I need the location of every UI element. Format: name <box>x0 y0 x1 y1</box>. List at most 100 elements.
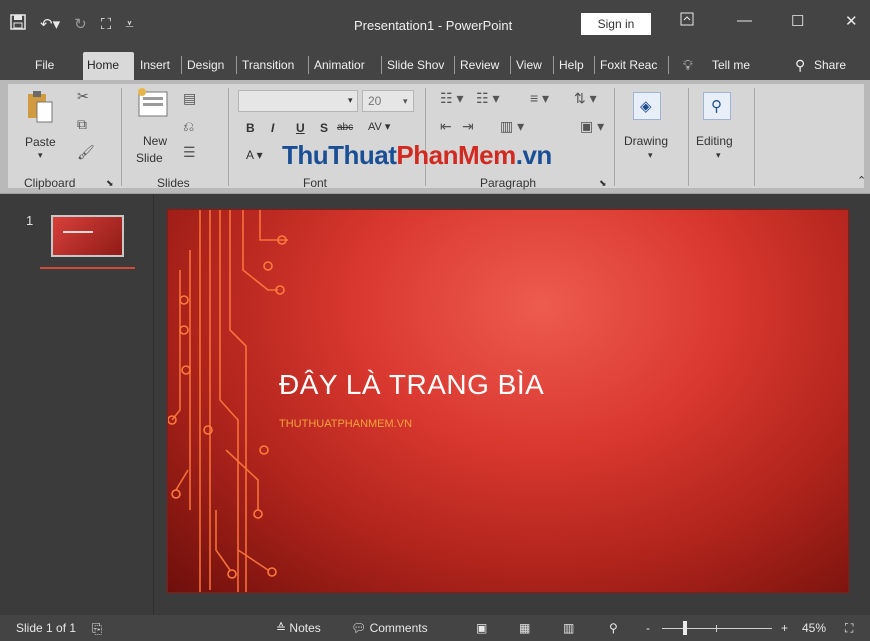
new-slide-label-1[interactable]: New <box>143 134 167 148</box>
dialog-launcher-icon[interactable]: ⬊ <box>106 178 114 189</box>
tab-transitions[interactable]: Transition <box>238 52 308 80</box>
lightbulb-icon: 💡︎ <box>683 57 693 73</box>
tab-foxit-reader[interactable]: Foxit Reac <box>596 52 666 80</box>
zoom-out-button[interactable]: - <box>646 621 650 635</box>
group-slides-label: Slides <box>157 176 190 190</box>
quick-access-toolbar: ↶▾ ↻ ⛶ ⩡ <box>10 14 134 35</box>
ribbon-display-options-icon[interactable] <box>680 12 694 30</box>
slide-thumbnail-pane <box>0 195 152 615</box>
columns-icon[interactable]: ▥ ▾ <box>500 118 524 135</box>
new-slide-icon[interactable] <box>137 88 169 121</box>
paste-button-label[interactable]: Paste <box>25 135 56 149</box>
drawing-dropdown-icon[interactable]: ▾ <box>648 150 653 161</box>
watermark-logo: ThuThuatPhanMem.vn <box>282 140 552 170</box>
comments-label: Comments <box>369 621 428 635</box>
strikethrough-icon[interactable]: abc <box>337 122 353 133</box>
comments-button[interactable]: 💬︎ Comments <box>351 621 428 635</box>
fit-to-window-icon[interactable]: ⛶ <box>845 621 853 636</box>
font-dropdown-icon[interactable]: ▾ <box>348 95 353 106</box>
save-icon[interactable] <box>10 14 26 35</box>
sign-in-button[interactable]: Sign in <box>581 13 651 35</box>
ribbon <box>0 80 870 194</box>
numbering-icon[interactable]: ☷ ▾ <box>476 90 499 107</box>
size-dropdown-icon: ▾ <box>403 96 408 106</box>
text-direction-icon[interactable]: ⇅ ▾ <box>574 90 597 107</box>
increase-indent-icon[interactable]: ⇥ <box>462 118 474 135</box>
line-spacing-icon[interactable]: ≡ ▾ <box>530 90 549 107</box>
collapse-ribbon-icon[interactable]: ⌃ <box>857 174 866 187</box>
normal-view-icon[interactable]: ▣ <box>476 621 487 635</box>
tab-home[interactable]: Home <box>83 52 134 80</box>
tab-slide-show[interactable]: Slide Shov <box>383 52 453 80</box>
notes-icon: ≙ <box>276 621 287 635</box>
font-size-value: 20 <box>368 94 382 108</box>
zoom-slider-thumb[interactable] <box>683 621 687 635</box>
status-bar: Slide 1 of 1 ⎘ ≙ Notes 💬︎ Comments ▣ ▦ ▥… <box>0 615 870 641</box>
spell-check-icon[interactable]: ⎘ <box>92 621 102 637</box>
maximize-icon[interactable]: ☐ <box>791 12 804 30</box>
bullets-icon[interactable]: ☷ ▾ <box>440 90 463 107</box>
zoom-slider-track[interactable] <box>662 628 772 629</box>
undo-icon[interactable]: ↶▾ <box>40 16 60 34</box>
comment-icon: 💬︎ <box>351 621 367 635</box>
window-title: Presentation1 - PowerPoint <box>354 18 513 33</box>
tab-help[interactable]: Help <box>555 52 592 80</box>
customize-qat-icon[interactable]: ⩡ <box>125 16 133 34</box>
decrease-indent-icon[interactable]: ⇤ <box>440 118 452 135</box>
drawing-icon[interactable]: ◈ <box>633 92 661 120</box>
slide-canvas[interactable]: ĐÂY LÀ TRANG BÌA THUTHUATPHANMEM.VN <box>167 209 849 593</box>
slide-sorter-icon[interactable]: ▦ <box>519 621 530 635</box>
tab-animations[interactable]: Animatior <box>310 52 380 80</box>
minimize-icon[interactable]: — <box>737 12 752 29</box>
group-paragraph-label: Paragraph <box>480 176 537 190</box>
share-button[interactable]: Share <box>810 52 850 80</box>
tab-insert[interactable]: Insert <box>136 52 176 80</box>
copy-icon[interactable]: ⧉ <box>77 116 87 133</box>
slide-show-icon[interactable]: ⚲ <box>609 621 618 635</box>
notes-label: Notes <box>289 621 321 635</box>
section-icon[interactable]: ☰ <box>183 144 196 161</box>
group-font-label: Font <box>303 176 328 190</box>
underline-icon[interactable]: U <box>296 121 305 135</box>
tab-file[interactable]: File <box>31 52 58 80</box>
paste-dropdown-icon[interactable]: ▾ <box>38 150 43 161</box>
tell-me-search[interactable]: Tell me <box>708 52 754 80</box>
editing-icon[interactable]: ⚲ <box>703 92 731 120</box>
italic-icon[interactable]: I <box>271 121 274 135</box>
slide-subtitle[interactable]: THUTHUATPHANMEM.VN <box>279 418 412 430</box>
paragraph-launcher-icon[interactable]: ⬊ <box>599 178 607 189</box>
layout-icon[interactable]: ▤ <box>183 90 196 107</box>
zoom-level[interactable]: 45% <box>802 621 826 635</box>
new-slide-label-2[interactable]: Slide <box>136 151 163 165</box>
font-name-select[interactable] <box>238 90 358 112</box>
redo-icon[interactable]: ↻ <box>74 16 87 34</box>
slide-thumbnail[interactable] <box>51 215 124 257</box>
bold-icon[interactable]: B <box>246 121 255 135</box>
zoom-in-button[interactable]: + <box>781 621 788 635</box>
font-size-select[interactable]: 20 ▾ <box>362 90 414 112</box>
tab-design[interactable]: Design <box>183 52 233 80</box>
editing-dropdown-icon[interactable]: ▾ <box>716 150 721 161</box>
shadow-icon[interactable]: S <box>320 121 328 135</box>
reset-icon[interactable]: ⎌ <box>183 118 194 135</box>
format-painter-icon[interactable]: 🖌︎ <box>77 144 95 161</box>
close-icon[interactable]: ✕ <box>845 12 858 30</box>
share-person-icon: ⚲ <box>795 57 806 73</box>
group-clipboard-label: Clipboard <box>24 176 76 190</box>
thumbnail-number: 1 <box>26 213 34 228</box>
align-text-icon[interactable]: ▣ ▾ <box>580 118 604 135</box>
cut-icon[interactable]: ✂ <box>77 88 89 105</box>
reading-view-icon[interactable]: ▥ <box>563 621 574 635</box>
font-color-icon[interactable]: A ▾ <box>246 148 263 162</box>
character-spacing-icon[interactable]: AV ▾ <box>368 120 390 133</box>
tab-review[interactable]: Review <box>456 52 508 80</box>
drawing-button-label[interactable]: Drawing <box>624 134 668 148</box>
paste-icon[interactable] <box>26 90 54 123</box>
vertical-scrollbar[interactable] <box>852 195 870 615</box>
start-from-beginning-icon[interactable]: ⛶ <box>101 16 112 34</box>
tab-view[interactable]: View <box>512 52 552 80</box>
notes-button[interactable]: ≙ Notes <box>276 621 321 635</box>
circuit-decoration <box>168 210 288 592</box>
slide-title[interactable]: ĐÂY LÀ TRANG BÌA <box>279 369 544 401</box>
editing-button-label[interactable]: Editing <box>696 134 733 148</box>
